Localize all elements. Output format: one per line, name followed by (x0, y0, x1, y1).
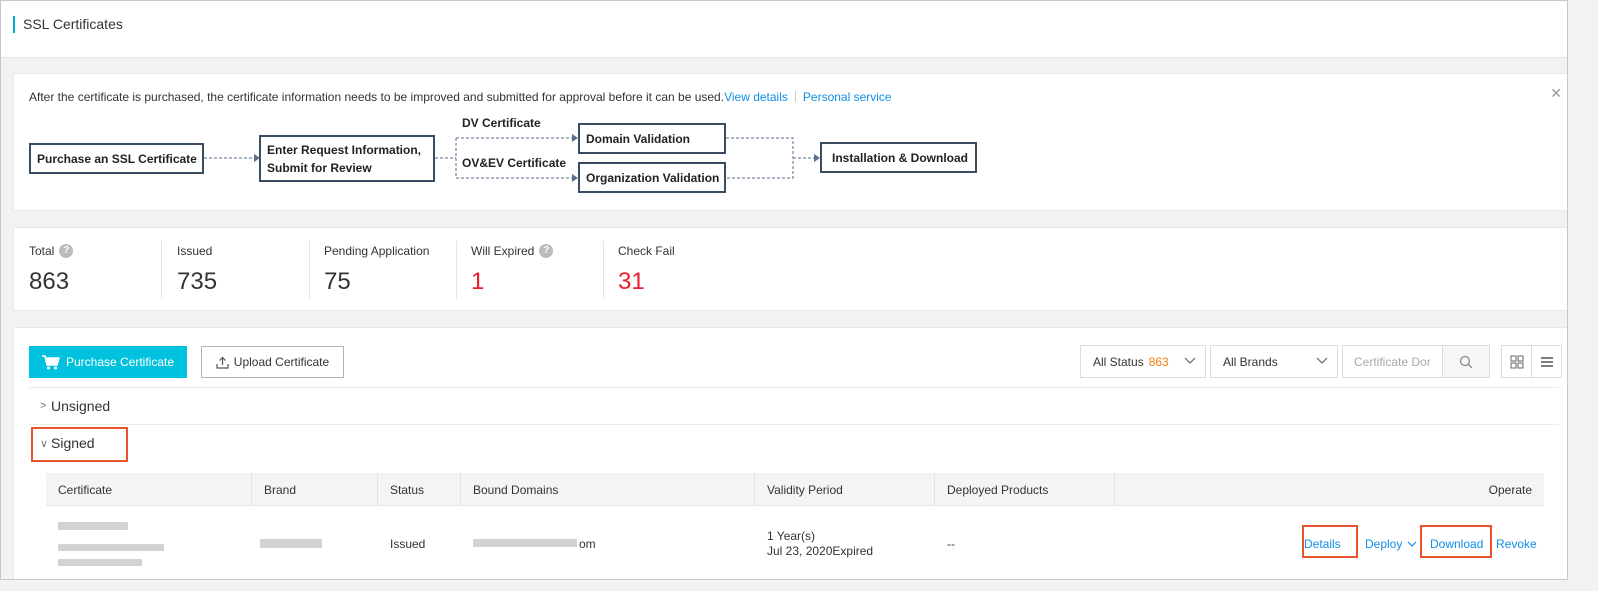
chevron-right-icon: > (40, 400, 47, 412)
process-flow: Purchase an SSL Certificate Enter Reques… (14, 74, 1014, 212)
purchase-certificate-label: Purchase Certificate (65, 355, 175, 369)
status-cell: Issued (390, 537, 426, 551)
flow-label-ovev: OV&EV Certificate (462, 156, 567, 170)
stat-issued: Issued 735 (162, 243, 217, 301)
group-unsigned-label: Unsigned (51, 398, 111, 414)
highlight-signed (31, 427, 128, 462)
domain-suffix: om (579, 537, 596, 551)
redacted-certificate-meta (58, 559, 142, 566)
status-filter-label: All Status (1093, 354, 1144, 369)
stat-total-label: Total? (29, 243, 74, 259)
chevron-down-icon (1407, 541, 1417, 547)
redacted-brand (260, 539, 322, 548)
purchase-certificate-button[interactable]: Purchase Certificate (29, 346, 187, 378)
column-header: Status (378, 473, 461, 506)
group-unsigned[interactable]: > Unsigned (29, 387, 1559, 424)
stat-issued-value: 735 (177, 268, 218, 295)
deploy-label: Deploy (1365, 537, 1403, 551)
validity-expiry: Jul 23, 2020Expired (767, 544, 874, 558)
stat-check-fail: Check Fail 31 (603, 243, 675, 301)
column-header: Bound Domains (461, 473, 755, 506)
close-icon[interactable]: ✕ (1550, 85, 1562, 102)
page-title: SSL Certificates (23, 16, 123, 32)
search-icon (1459, 355, 1473, 368)
flow-step-request-line1: Enter Request Information, (267, 142, 422, 157)
column-header: Operate (1488, 482, 1532, 497)
flow-step-install-label: Installation & Download (832, 150, 969, 165)
brand-filter-select[interactable]: All Brands (1210, 345, 1338, 378)
stat-total-value: 863 (29, 268, 70, 295)
column-header: Brand (252, 473, 378, 506)
list-icon (1540, 356, 1553, 367)
page-header: SSL Certificates (1, 1, 1567, 58)
stat-will-expired-text: Will Expired (471, 244, 535, 258)
flow-step-purchase: Purchase an SSL Certificate (29, 143, 204, 174)
flow-step-organization-validation: Organization Validation (578, 162, 726, 193)
column-header: Validity Period (755, 473, 935, 506)
validity-duration: 1 Year(s) (767, 529, 816, 543)
upload-certificate-label: Upload Certificate (233, 355, 330, 369)
certificate-search-input[interactable]: Certificate Dor (1342, 345, 1442, 378)
column-header: Certificate (46, 473, 252, 506)
stat-total-text: Total (29, 244, 55, 258)
column-header: Deployed Products (935, 473, 1115, 506)
stat-will-expired: Will Expired? 1 (456, 243, 554, 301)
highlight-download (1420, 525, 1492, 558)
status-filter-count: 863 (1148, 354, 1169, 369)
certificates-panel: Purchase Certificate Upload Certificate … (13, 327, 1567, 579)
highlight-details (1302, 525, 1358, 558)
flow-label-dv: DV Certificate (462, 116, 541, 130)
stat-check-fail-value: 31 (618, 268, 645, 295)
stat-pending: Pending Application 75 (309, 243, 429, 301)
list-view-button[interactable] (1531, 345, 1562, 378)
upload-certificate-button[interactable]: Upload Certificate (201, 346, 344, 378)
flow-step-install: Installation & Download (820, 142, 977, 173)
stat-issued-label: Issued (177, 244, 213, 258)
status-filter-select[interactable]: All Status 863 (1080, 345, 1206, 378)
redacted-certificate-name (58, 522, 128, 530)
cart-icon (41, 354, 60, 369)
help-icon[interactable]: ? (539, 244, 554, 258)
grid-view-button[interactable] (1501, 345, 1532, 378)
revoke-link[interactable]: Revoke (1496, 537, 1537, 551)
redacted-certificate-id (58, 544, 164, 551)
grid-icon (1510, 355, 1523, 368)
flow-step-organization-validation-label: Organization Validation (586, 170, 720, 185)
stat-will-expired-label: Will Expired? (471, 243, 554, 259)
redacted-domain (473, 539, 577, 547)
notice-panel: After the certificate is purchased, the … (13, 73, 1567, 212)
stat-pending-value: 75 (324, 268, 351, 295)
search-button[interactable] (1442, 345, 1490, 378)
flow-step-request: Enter Request Information, Submit for Re… (259, 135, 435, 182)
stat-will-expired-value: 1 (471, 268, 485, 295)
stat-check-fail-label: Check Fail (618, 244, 675, 258)
flow-step-request-line2: Submit for Review (267, 160, 372, 175)
merge-lines (726, 137, 794, 179)
flow-step-purchase-label: Purchase an SSL Certificate (37, 151, 197, 166)
chevron-down-icon (1316, 357, 1328, 364)
deploy-dropdown[interactable]: Deploy (1365, 537, 1417, 551)
title-accent-bar (13, 16, 15, 33)
console-frame: SSL Certificates After the certificate i… (0, 0, 1568, 580)
stats-panel: Total? 863 Issued 735 Pending Applicatio… (13, 227, 1567, 311)
help-icon[interactable]: ? (59, 244, 74, 258)
table-row: Issued om 1 Year(s) Jul 23, 2020Expired … (46, 506, 1544, 579)
stat-total: Total? 863 (14, 243, 74, 301)
flow-step-domain-validation: Domain Validation (578, 123, 726, 154)
chevron-down-icon (1184, 357, 1196, 364)
deployed-products-cell: -- (947, 537, 955, 551)
group-signed[interactable]: ∨ Signed (29, 424, 1559, 461)
upload-icon (216, 356, 229, 369)
flow-step-domain-validation-label: Domain Validation (586, 131, 691, 146)
stat-pending-label: Pending Application (324, 244, 430, 258)
table-header: Certificate Brand Status Bound Domains V… (46, 473, 1544, 506)
brand-filter-label: All Brands (1223, 354, 1278, 369)
